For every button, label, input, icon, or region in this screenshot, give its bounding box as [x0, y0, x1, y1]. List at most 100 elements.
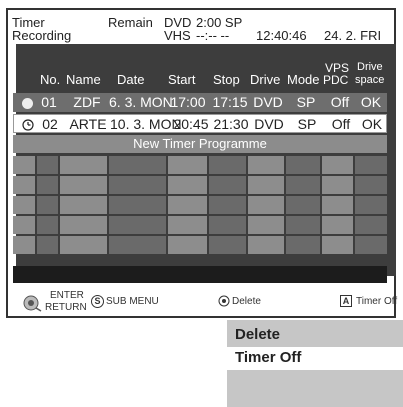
- row-start: 17:00: [170, 94, 206, 110]
- empty-grid-cell: [168, 216, 207, 234]
- col-name: Name: [66, 72, 101, 87]
- row-no: 01: [41, 94, 57, 110]
- empty-grid-cell: [209, 156, 246, 174]
- title-line2: Recording: [12, 28, 72, 43]
- empty-grid-cell: [248, 216, 284, 234]
- col-start: Start: [168, 72, 196, 87]
- record-dot-icon: [18, 93, 36, 112]
- new-timer-programme-row[interactable]: New Timer Programme: [13, 135, 387, 153]
- enter-label: ENTER: [50, 290, 84, 301]
- col-vps-2: PDC: [323, 73, 349, 87]
- row-stop: 21:30: [213, 116, 249, 132]
- date: 24. 2. FRI: [324, 28, 382, 43]
- delete-key-icon: [218, 295, 230, 307]
- row-date: 10. 3. MON: [110, 116, 182, 132]
- empty-grid-cell: [209, 236, 246, 254]
- col-mode: Mode: [287, 72, 320, 87]
- empty-grid-cell: [60, 176, 107, 194]
- empty-grid-cell: [248, 196, 284, 214]
- empty-grid-cell: [37, 176, 58, 194]
- row-date: 6. 3. MON: [109, 94, 173, 110]
- empty-grid-cell: [13, 196, 35, 214]
- empty-grid-cell: [286, 156, 320, 174]
- empty-grid-cell: [60, 196, 107, 214]
- empty-grid-cell: [286, 216, 320, 234]
- empty-grid-cell: [248, 176, 284, 194]
- empty-grid-cell: [13, 176, 35, 194]
- menu-item-timer-off[interactable]: Timer Off: [227, 347, 403, 369]
- empty-grid-cell: [13, 236, 35, 254]
- empty-grid-cell: [355, 156, 387, 174]
- menu-item-delete[interactable]: Delete: [227, 324, 403, 346]
- empty-grid-cell: [355, 216, 387, 234]
- remain-label: Remain: [108, 15, 153, 30]
- row-mode: SP: [297, 116, 317, 132]
- empty-grid-cell: [168, 196, 207, 214]
- empty-grid-cell: [322, 216, 353, 234]
- empty-grid-cell: [109, 216, 166, 234]
- empty-grid-cell: [60, 156, 107, 174]
- empty-grid-cell: [13, 156, 35, 174]
- col-space-1: Drive: [357, 61, 383, 73]
- return-label: RETURN: [45, 302, 87, 313]
- row-start: 20:45: [173, 116, 209, 132]
- empty-grid-cell: [355, 176, 387, 194]
- empty-grid-cell: [209, 216, 246, 234]
- vhs-remain-value: --:-- --: [196, 28, 230, 43]
- row-mode: SP: [296, 94, 316, 110]
- sub-menu-label: SUB MENU: [106, 296, 159, 307]
- empty-grid-cell: [209, 196, 246, 214]
- timer-off-label: Timer Off: [356, 296, 398, 307]
- empty-grid-cell: [286, 196, 320, 214]
- col-stop: Stop: [213, 72, 240, 87]
- empty-grid-cell: [109, 196, 166, 214]
- clock: 12:40:46: [256, 28, 307, 43]
- col-date: Date: [117, 72, 145, 87]
- row-vps: Off: [331, 116, 351, 132]
- empty-grid-cell: [248, 236, 284, 254]
- status-bar: [13, 266, 387, 283]
- row-no: 02: [42, 116, 58, 132]
- col-space-2: space: [355, 74, 385, 86]
- empty-grid-cell: [168, 156, 207, 174]
- empty-grid-cell: [37, 236, 58, 254]
- empty-grid-cell: [109, 176, 166, 194]
- clock-icon: [19, 115, 37, 134]
- empty-grid-cell: [37, 216, 58, 234]
- empty-grid-cell: [322, 176, 353, 194]
- empty-grid-cell: [322, 156, 353, 174]
- col-drive: Drive: [250, 72, 281, 87]
- empty-grid-cell: [13, 216, 35, 234]
- empty-grid-cell: [37, 196, 58, 214]
- row-space: OK: [360, 94, 382, 110]
- col-no: No.: [40, 72, 61, 87]
- empty-grid-cell: [168, 236, 207, 254]
- empty-grid-cell: [60, 236, 107, 254]
- empty-grid-cell: [355, 196, 387, 214]
- empty-grid-cell: [286, 236, 320, 254]
- row-vps: Off: [330, 94, 350, 110]
- row-stop: 17:15: [212, 94, 248, 110]
- row-name: ARTE: [69, 116, 107, 132]
- row-drive: DVD: [254, 116, 284, 132]
- empty-grid-cell: [60, 216, 107, 234]
- empty-grid-cell: [322, 236, 353, 254]
- row-drive: DVD: [253, 94, 283, 110]
- empty-grid-cell: [109, 236, 166, 254]
- row-name: ZDF: [73, 94, 101, 110]
- enter-return-icon: [23, 295, 42, 312]
- empty-grid-cell: [248, 156, 284, 174]
- table-row[interactable]: 02 ARTE 10. 3. MON 20:45 21:30 DVD SP Of…: [13, 114, 387, 133]
- vhs-label: VHS: [164, 28, 191, 43]
- sub-menu-key-icon: S: [91, 295, 104, 308]
- empty-grid-cell: [37, 156, 58, 174]
- table-row[interactable]: 01 ZDF 6. 3. MON 17:00 17:15 DVD SP Off …: [13, 93, 387, 112]
- empty-grid-cell: [109, 156, 166, 174]
- empty-grid-cell: [209, 176, 246, 194]
- sub-menu-popup: Delete Timer Off: [227, 320, 403, 407]
- empty-grid-cell: [286, 176, 320, 194]
- timer-off-key-icon: A: [340, 295, 352, 307]
- row-space: OK: [361, 116, 383, 132]
- delete-label: Delete: [232, 296, 261, 307]
- empty-grid-cell: [322, 196, 353, 214]
